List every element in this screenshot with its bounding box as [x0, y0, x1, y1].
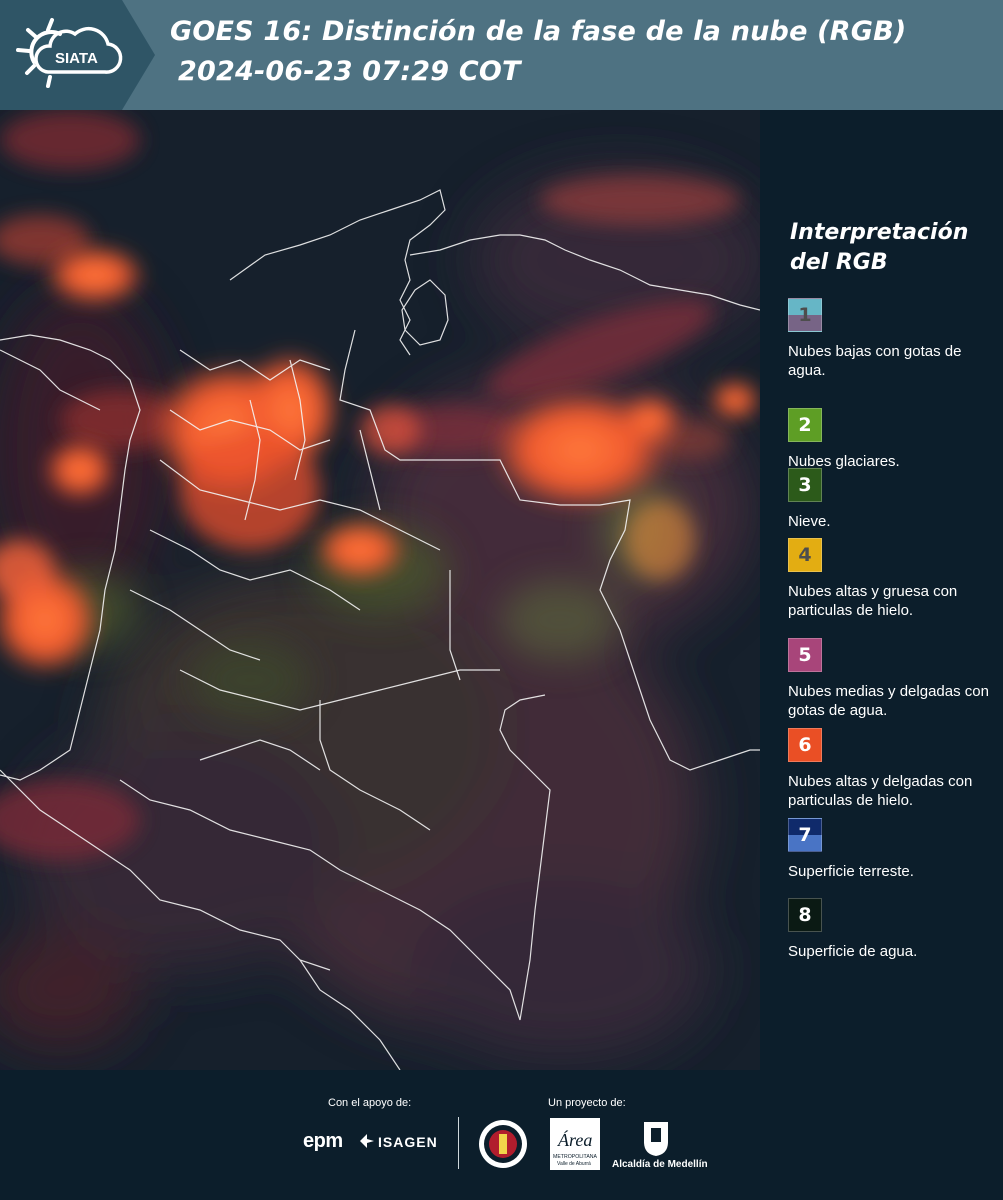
legend-number: 1: [798, 304, 812, 326]
legend-description: Nubes altas y gruesa con particulas de h…: [788, 583, 958, 619]
svg-text:Valle de Aburrá: Valle de Aburrá: [557, 1161, 591, 1167]
siata-logo-block: SIATA: [0, 0, 155, 110]
rgb-satellite-image: [0, 110, 760, 1070]
satellite-map: [0, 110, 760, 1070]
siata-logo-text: SIATA: [55, 50, 98, 67]
legend-description: Nubes bajas con gotas de agua.: [788, 343, 962, 379]
area-metropolitana-logo: Área METROPOLITANA Valle de Aburrá: [550, 1118, 600, 1170]
legend-item: 5 Nubes medias y delgadas con gotas de ag…: [788, 638, 998, 720]
legend-number: 2: [798, 414, 812, 436]
page-title: GOES 16: Distinción de la fase de la nub…: [170, 16, 907, 47]
legend-description: Superficie terreste.: [788, 863, 914, 880]
footer-divider: [458, 1117, 459, 1169]
legend-number: 7: [798, 824, 812, 846]
isagen-logo: ISAGEN: [378, 1134, 438, 1150]
legend-item: 3 Nieve.: [788, 468, 998, 531]
legend-panel: Interpretación del RGB 1 Nubes bajas con …: [760, 110, 1003, 1070]
legend-swatch: 8: [788, 898, 822, 932]
legend-item: 8 Superficie de agua.: [788, 898, 998, 961]
footer: Con el apoyo de: Un proyecto de: epm ISA…: [0, 1070, 1003, 1200]
legend-number: 3: [798, 474, 812, 496]
legend-item: 6 Nubes altas y delgadas con particulas d…: [788, 728, 998, 810]
legend-swatch: 7: [788, 818, 822, 852]
timestamp: 2024-06-23 07:29 COT: [178, 56, 521, 87]
epm-logo: epm: [303, 1130, 343, 1152]
legend-description: Nubes altas y delgadas con particulas de…: [788, 773, 973, 809]
alcaldia-logo-text: Alcaldía de Medellín: [612, 1159, 708, 1170]
legend-item: 1 Nubes bajas con gotas de agua.: [788, 298, 998, 380]
legend-swatch: 1: [788, 298, 822, 332]
legend-description: Nieve.: [788, 513, 831, 530]
header: SIATA GOES 16: Distinción de la fase de …: [0, 0, 1003, 110]
legend-swatch: 5: [788, 638, 822, 672]
legend-swatch: 4: [788, 538, 822, 572]
legend-number: 8: [798, 904, 812, 926]
legend-number: 4: [798, 544, 812, 566]
legend-number: 6: [798, 734, 812, 756]
isagen-icon: [360, 1134, 374, 1148]
legend-item: 7 Superficie terreste.: [788, 818, 998, 881]
support-label: Con el apoyo de:: [328, 1097, 412, 1109]
svg-text:METROPOLITANA: METROPOLITANA: [553, 1154, 598, 1160]
legend-item: 4 Nubes altas y gruesa con particulas de …: [788, 538, 998, 620]
legend-swatch: 6: [788, 728, 822, 762]
svg-text:Área: Área: [557, 1129, 592, 1150]
legend-title: Interpretación del RGB: [790, 220, 969, 275]
medellin-shield-icon: [644, 1122, 668, 1156]
university-seal-icon: [479, 1120, 527, 1168]
legend-swatch: 3: [788, 468, 822, 502]
legend-number: 5: [798, 644, 812, 666]
legend-swatch: 2: [788, 408, 822, 442]
project-label: Un proyecto de:: [548, 1097, 626, 1109]
legend-description: Superficie de agua.: [788, 943, 918, 960]
legend-description: Nubes medias y delgadas con gotas de agu…: [788, 683, 989, 719]
legend-item: 2 Nubes glaciares.: [788, 408, 998, 471]
